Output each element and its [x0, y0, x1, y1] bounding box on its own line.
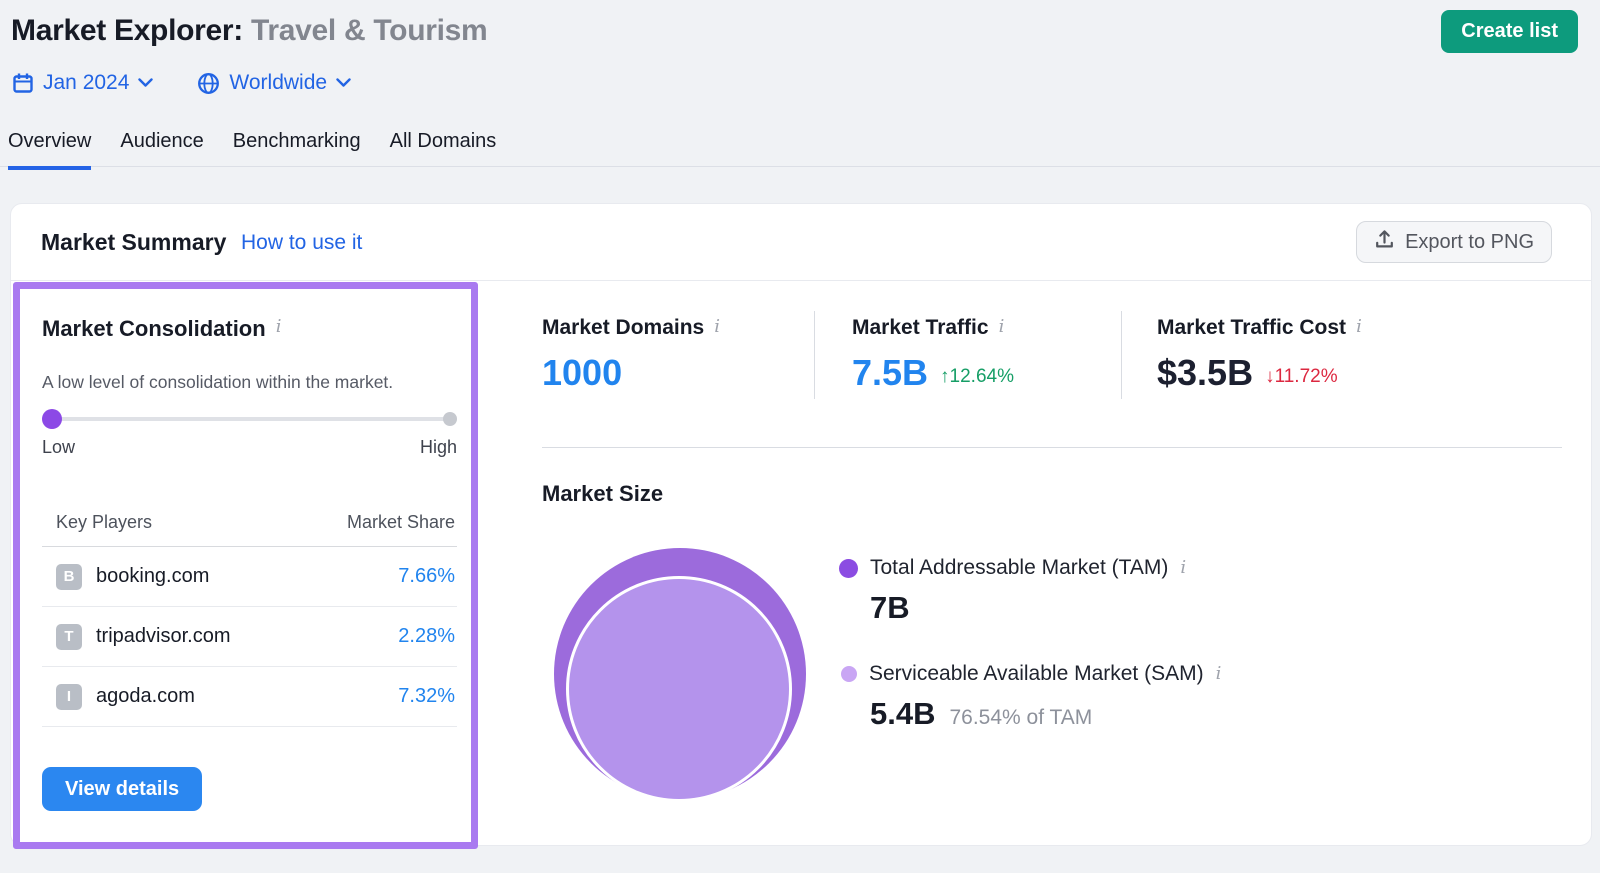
section-divider [542, 447, 1562, 448]
info-icon[interactable] [1180, 557, 1186, 579]
table-row[interactable]: T tripadvisor.com 2.28% [42, 607, 457, 667]
chevron-down-icon [138, 78, 153, 88]
slider-track [42, 417, 457, 421]
date-filter-label: Jan 2024 [43, 71, 129, 95]
stat-market-domains: Market Domains 1000 [542, 316, 720, 392]
how-to-use-link[interactable]: How to use it [241, 231, 362, 255]
export-to-png-button[interactable]: Export to PNG [1356, 221, 1552, 263]
market-summary-card: Market Summary How to use it Export to P… [10, 203, 1592, 846]
tab-bar: Overview Audience Benchmarking All Domai… [8, 130, 496, 170]
stat-divider [1121, 311, 1122, 399]
stat-change-up: ↑12.64% [940, 366, 1014, 388]
market-share-column: Market Share [347, 512, 455, 533]
stat-value: $3.5B [1157, 354, 1253, 392]
key-players-table: Key Players Market Share B booking.com 7… [42, 512, 457, 727]
tab-all-domains[interactable]: All Domains [390, 130, 497, 170]
upload-icon [1374, 229, 1395, 256]
tam-legend-dot [839, 559, 858, 578]
info-icon[interactable] [714, 316, 720, 338]
stat-label: Market Traffic [852, 316, 989, 340]
sam-legend-dot [841, 666, 857, 682]
stat-value: 1000 [542, 354, 622, 392]
domain-link[interactable]: tripadvisor.com [96, 625, 231, 648]
stat-market-traffic-cost: Market Traffic Cost $3.5B ↓11.72% [1157, 316, 1362, 392]
stat-market-traffic: Market Traffic 7.5B ↑12.64% [852, 316, 1014, 392]
view-details-button[interactable]: View details [42, 767, 202, 811]
sam-percent-of-tam: 76.54% of TAM [949, 706, 1092, 730]
stat-divider [814, 311, 815, 399]
favicon-badge: T [56, 624, 82, 650]
slider-high-label: High [420, 437, 457, 458]
stat-label: Market Domains [542, 316, 704, 340]
tam-label: Total Addressable Market (TAM) [870, 556, 1168, 580]
tam-value: 7B [870, 590, 910, 626]
stat-change-down: ↓11.72% [1265, 366, 1338, 388]
favicon-badge: B [56, 564, 82, 590]
favicon-badge: I [56, 684, 82, 710]
consolidation-title: Market Consolidation [42, 316, 266, 342]
market-share-value: 2.28% [398, 625, 455, 648]
sam-label: Serviceable Available Market (SAM) [869, 662, 1204, 686]
page-title: Market Explorer: Travel & Tourism [11, 14, 487, 48]
market-size-title: Market Size [542, 481, 663, 507]
region-filter[interactable]: Worldwide [197, 71, 351, 95]
region-filter-label: Worldwide [229, 71, 327, 95]
info-icon[interactable] [276, 316, 282, 338]
info-icon[interactable] [1216, 663, 1222, 685]
domain-link[interactable]: agoda.com [96, 685, 195, 708]
key-players-table-header: Key Players Market Share [42, 512, 457, 547]
slider-thumb-low[interactable] [42, 409, 62, 429]
consolidation-description: A low level of consolidation within the … [42, 372, 457, 393]
table-row[interactable]: B booking.com 7.66% [42, 547, 457, 607]
key-players-column: Key Players [56, 512, 152, 533]
info-icon[interactable] [1356, 316, 1362, 338]
table-row[interactable]: I agoda.com 7.32% [42, 667, 457, 727]
market-share-value: 7.32% [398, 685, 455, 708]
globe-icon [197, 72, 220, 95]
card-header: Market Summary How to use it Export to P… [11, 204, 1591, 281]
market-consolidation-widget: Market Consolidation A low level of cons… [13, 282, 478, 849]
export-to-png-label: Export to PNG [1405, 231, 1534, 254]
page-title-prefix: Market Explorer: [11, 14, 243, 47]
chevron-down-icon [336, 78, 351, 88]
consolidation-slider [42, 409, 457, 429]
legend-entry-sam: Serviceable Available Market (SAM) 5.4B … [839, 662, 1479, 732]
info-icon[interactable] [999, 316, 1005, 338]
sam-value: 5.4B [870, 696, 935, 732]
card-title: Market Summary [41, 229, 226, 256]
slider-low-label: Low [42, 437, 75, 458]
tab-audience[interactable]: Audience [120, 130, 203, 170]
filter-bar: Jan 2024 Worldwide [12, 71, 351, 95]
stat-label: Market Traffic Cost [1157, 316, 1346, 340]
stat-value: 7.5B [852, 354, 928, 392]
market-size-legend: Total Addressable Market (TAM) 7B Servic… [839, 556, 1479, 732]
sam-bubble[interactable] [566, 576, 792, 802]
page-title-market: Travel & Tourism [251, 14, 487, 47]
domain-link[interactable]: booking.com [96, 565, 209, 588]
tab-overview[interactable]: Overview [8, 130, 91, 170]
market-share-value: 7.66% [398, 565, 455, 588]
legend-entry-tam: Total Addressable Market (TAM) 7B [839, 556, 1479, 626]
date-filter[interactable]: Jan 2024 [12, 71, 153, 95]
tab-benchmarking[interactable]: Benchmarking [233, 130, 361, 170]
calendar-icon [12, 72, 34, 94]
slider-thumb-high[interactable] [443, 412, 457, 426]
create-list-button[interactable]: Create list [1441, 10, 1578, 53]
